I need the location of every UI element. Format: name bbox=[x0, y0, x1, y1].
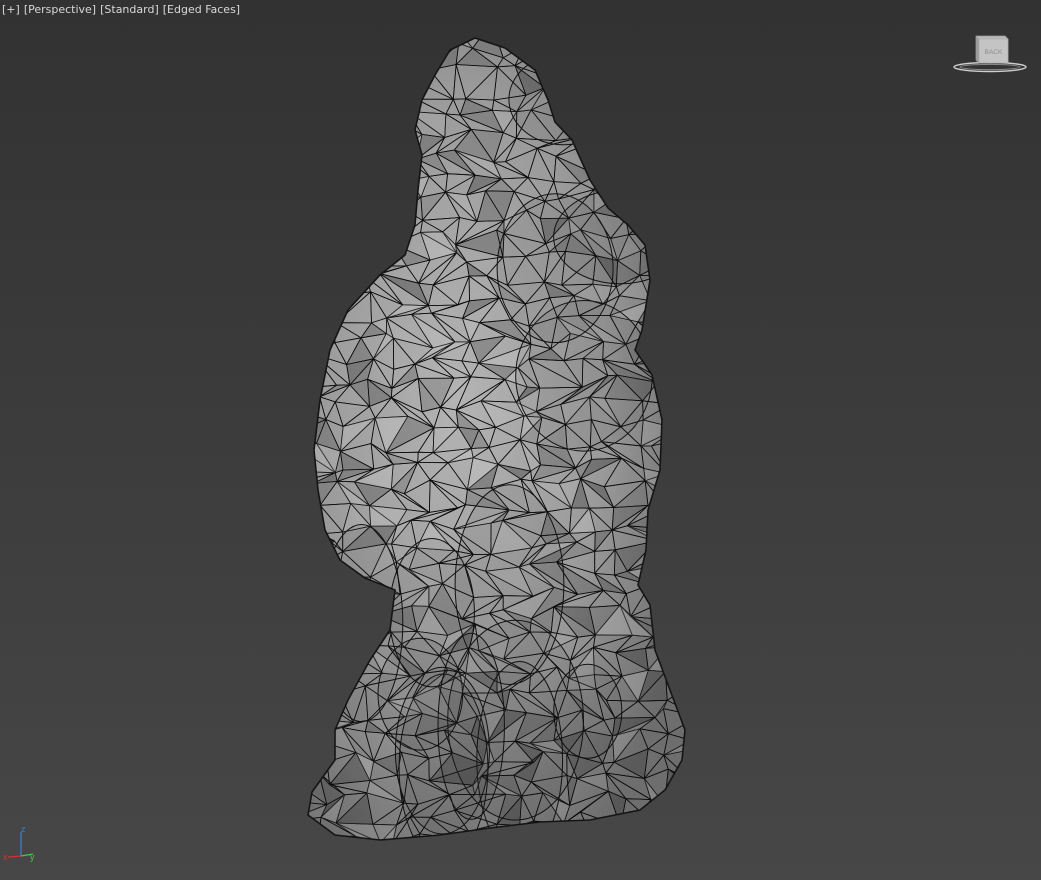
viewport-perspective[interactable]: [+] [Perspective] [Standard] [Edged Face… bbox=[0, 0, 1041, 880]
viewport-menu-perspective[interactable]: [Perspective] bbox=[24, 2, 96, 18]
viewport-menu-edged-faces[interactable]: [Edged Faces] bbox=[163, 2, 240, 18]
viewport-label-bar: [+] [Perspective] [Standard] [Edged Face… bbox=[2, 2, 240, 18]
axis-x-label: x bbox=[3, 852, 8, 862]
axis-y-label: y bbox=[30, 852, 35, 862]
rock-mesh[interactable] bbox=[290, 30, 710, 860]
viewport-menu-plus[interactable]: [+] bbox=[2, 2, 20, 18]
viewcube-icon[interactable]: BACK bbox=[950, 32, 1030, 76]
viewcube-face-label: BACK bbox=[985, 49, 1003, 56]
rock-mesh-body bbox=[307, 37, 686, 841]
axis-z-label: z bbox=[21, 824, 26, 834]
viewport-menu-shading-standard[interactable]: [Standard] bbox=[100, 2, 159, 18]
axis-tripod-icon: z y x bbox=[3, 824, 35, 862]
